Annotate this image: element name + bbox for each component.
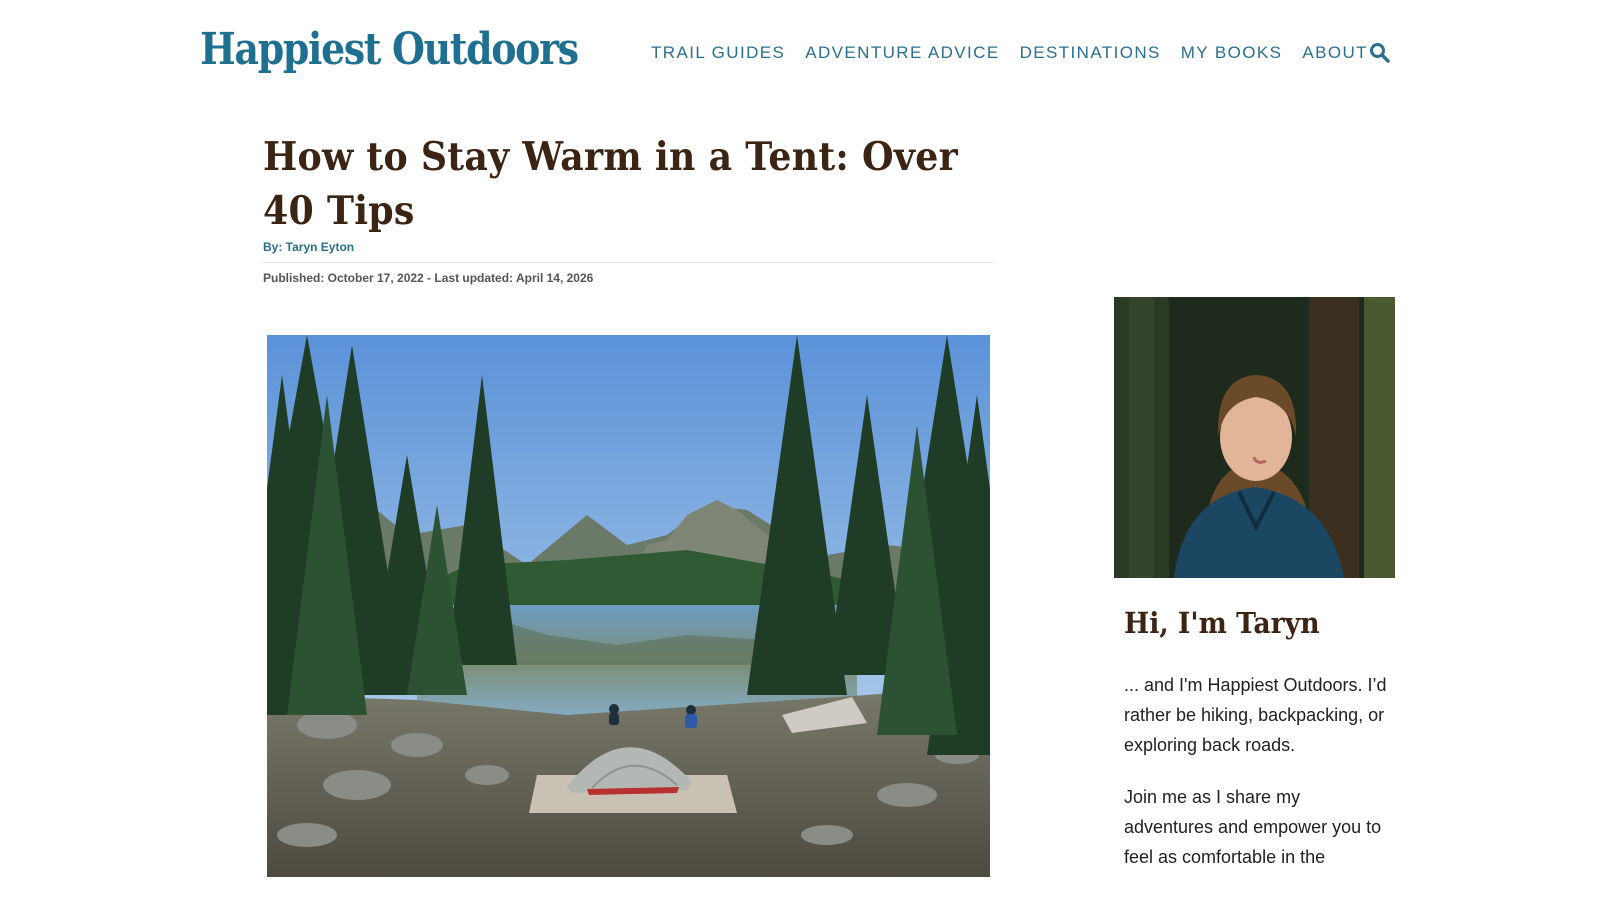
nav-trail-guides[interactable]: TRAIL GUIDES (651, 43, 785, 63)
byline: By: Taryn Eyton (263, 240, 993, 254)
nav-adventure-advice[interactable]: ADVENTURE ADVICE (805, 43, 999, 63)
author-portrait (1114, 297, 1395, 578)
article-header: How to Stay Warm in a Tent: Over 40 Tips… (263, 130, 993, 285)
intro-paragraph: Join me as I share my adventures and emp… (1124, 787, 1382, 867)
author-link[interactable]: Taryn Eyton (286, 240, 354, 254)
sidebar-heading: Hi, I'm Taryn (1124, 606, 1320, 640)
sidebar-about: Hi, I'm Taryn ... and I'm Happiest Outdo… (1114, 297, 1396, 872)
site-logo[interactable]: Happiest Outdoors (200, 24, 579, 75)
nav-destinations[interactable]: DESTINATIONS (1020, 43, 1161, 63)
hero-image (267, 335, 990, 877)
byline-prefix: By: (263, 240, 286, 254)
intro-paragraph: ... and I'm Happiest Outdoors. I’d rathe… (1124, 675, 1387, 755)
nav-my-books[interactable]: MY BOOKS (1181, 43, 1283, 63)
page-title: How to Stay Warm in a Tent: Over 40 Tips (263, 134, 958, 234)
search-icon[interactable] (1369, 42, 1391, 64)
sidebar-intro: ... and I'm Happiest Outdoors. I’d rathe… (1124, 670, 1389, 872)
site-header: Happiest Outdoors TRAIL GUIDES ADVENTURE… (0, 0, 1600, 110)
publish-dates: Published: October 17, 2022 - Last updat… (263, 271, 594, 285)
divider (263, 262, 993, 263)
nav-about[interactable]: ABOUT (1302, 43, 1368, 63)
main-nav: TRAIL GUIDES ADVENTURE ADVICE DESTINATIO… (651, 43, 1368, 63)
